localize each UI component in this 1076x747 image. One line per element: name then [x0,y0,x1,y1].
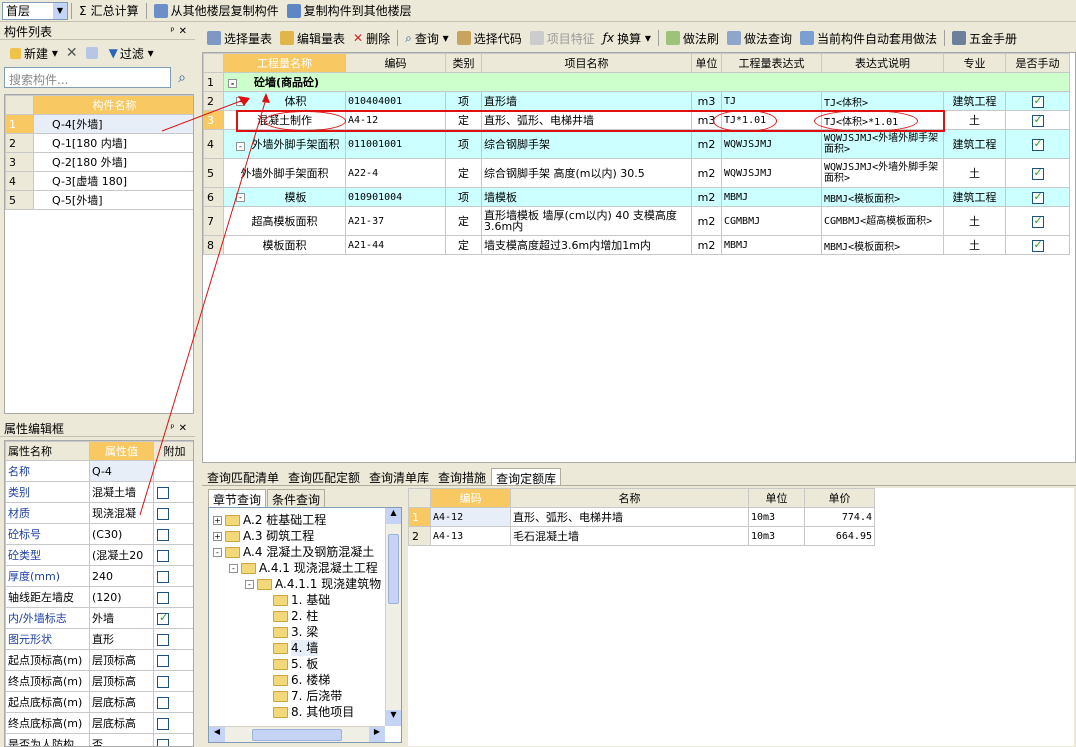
table-row[interactable]: 2 A4-13 毛石混凝土墙 10m3 664.95 [408,526,875,546]
tree-node-label: A.4 混凝土及钢筋混凝土 [243,545,375,559]
folder-icon [273,658,288,670]
collapse-icon[interactable]: - [213,547,222,557]
collapse-icon[interactable]: - [229,563,238,573]
header-corner [408,488,431,508]
row-number: 1 [408,507,431,527]
arrow-line [161,98,247,132]
column-header[interactable]: 单价 [804,488,875,508]
arrow-head [262,93,270,103]
quota-code: A4-12 [430,507,511,527]
vertical-scrollbar[interactable]: ▲ ▼ [385,508,401,726]
tree-node-label: 7. 后浇带 [291,689,343,703]
collapse-icon[interactable]: - [245,579,254,589]
chevron-up-icon[interactable]: ▲ [386,508,401,524]
scroll-thumb[interactable] [252,728,342,741]
quota-name: 毛石混凝土墙 [510,526,749,546]
tree-node-label: A.4.1 现浇混凝土工程 [259,561,378,575]
tree-node[interactable]: 7. 后浇带 [213,688,401,704]
horizontal-scrollbar[interactable]: ◀ ▶ [209,726,385,742]
folder-icon [257,578,272,590]
folder-icon [225,530,240,542]
quota-grid: 编码 名称 单位 单价 1 A4-12 直形、弧形、电梯井墙 10m3 774.4 2 A4-13… [408,488,1074,746]
folder-icon [273,706,288,718]
folder-icon [273,642,288,654]
tree-node[interactable]: - A.4 混凝土及钢筋混凝土 [213,544,401,560]
quota-price: 774.4 [804,507,875,527]
quota-price: 664.95 [804,526,875,546]
tree-node-label: 8. 其他项目 [291,705,355,719]
tree-node[interactable]: 5. 板 [213,656,401,672]
quota-unit: 10m3 [748,526,805,546]
tree-node-label: 6. 楼梯 [291,673,331,687]
chevron-right-icon[interactable]: ▶ [369,727,385,742]
tree-node[interactable]: - A.4.1 现浇混凝土工程 [213,560,401,576]
quota-unit: 10m3 [748,507,805,527]
tree-node-label: A.4.1.1 现浇建筑物 [275,577,382,591]
folder-icon [225,514,240,526]
sub-tab[interactable]: 条件查询 [267,489,326,509]
tree-node[interactable]: 1. 基础 [213,592,401,608]
folder-icon [273,610,288,622]
tree-node-label: 3. 梁 [291,625,319,639]
expand-icon[interactable]: + [213,531,222,541]
sub-tabs: 章节查询 条件查询 [208,489,326,509]
tree-node[interactable]: 4. 墙 [213,640,401,656]
folder-icon [225,546,240,558]
tree-node[interactable]: 6. 楼梯 [213,672,401,688]
expand-icon[interactable]: + [213,515,222,525]
scroll-thumb[interactable] [388,534,399,604]
folder-icon [273,626,288,638]
tree-node-label: 2. 柱 [291,609,319,623]
quota-code: A4-13 [430,526,511,546]
folder-icon [241,562,256,574]
tree-node[interactable]: 8. 其他项目 [213,704,401,720]
tree-node[interactable]: + A.3 砌筑工程 [213,528,401,544]
chapter-tree: + A.2 桩基础工程 + A.3 砌筑工程 - A.4 混凝土及钢筋混凝土 - A.4.1 … [208,507,402,743]
chevron-left-icon[interactable]: ◀ [209,727,225,742]
folder-icon [273,594,288,606]
folder-icon [273,674,288,686]
tree-node-label: A.3 砌筑工程 [243,529,315,543]
tree-node-label: A.2 桩基础工程 [243,513,327,527]
tree-node[interactable]: + A.2 桩基础工程 [213,512,401,528]
folder-icon [273,690,288,702]
tree-node[interactable]: 2. 柱 [213,608,401,624]
tree-node[interactable]: - A.4.1.1 现浇建筑物 [213,576,401,592]
row-number: 2 [408,526,431,546]
tree-node-label: 1. 基础 [291,593,331,607]
chevron-down-icon[interactable]: ▼ [386,710,401,726]
sub-tab[interactable]: 章节查询 [208,489,267,509]
arrow-line [139,98,267,516]
tree-node[interactable]: 3. 梁 [213,624,401,640]
column-header[interactable]: 编码 [430,488,511,508]
tree-node-label: 5. 板 [291,657,319,671]
table-row[interactable]: 1 A4-12 直形、弧形、电梯井墙 10m3 774.4 [408,507,875,527]
column-header[interactable]: 名称 [510,488,749,508]
column-header[interactable]: 单位 [748,488,805,508]
quota-name: 直形、弧形、电梯井墙 [510,507,749,527]
tree-node-label: 4. 墙 [291,640,319,656]
